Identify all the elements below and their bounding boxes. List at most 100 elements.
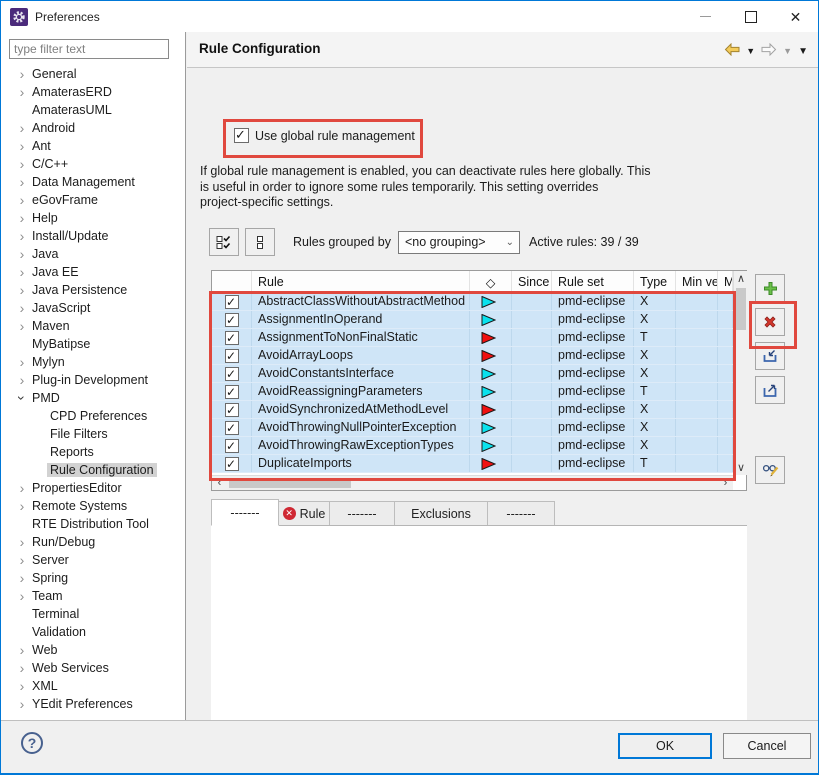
sidebar-item-amateraserd[interactable]: ›AmaterasERD bbox=[1, 83, 185, 101]
tab-separator-2[interactable]: ------- bbox=[329, 501, 395, 525]
sidebar-item-android[interactable]: ›Android bbox=[1, 119, 185, 137]
chevron-right-icon[interactable]: › bbox=[15, 211, 29, 225]
chevron-right-icon[interactable]: › bbox=[15, 193, 29, 207]
sidebar-item-run-debug[interactable]: ›Run/Debug bbox=[1, 533, 185, 551]
add-rule-button[interactable] bbox=[755, 274, 785, 302]
sidebar-item-javascript[interactable]: ›JavaScript bbox=[1, 299, 185, 317]
back-icon[interactable] bbox=[724, 43, 740, 59]
sidebar-item-data-management[interactable]: ›Data Management bbox=[1, 173, 185, 191]
rule-checkbox-cell[interactable] bbox=[212, 383, 252, 400]
sidebar-item-xml[interactable]: ›XML bbox=[1, 677, 185, 695]
vertical-scrollbar[interactable]: ∧ ∨ bbox=[733, 271, 748, 475]
rule-checkbox-cell[interactable] bbox=[212, 365, 252, 382]
sidebar-item-team[interactable]: ›Team bbox=[1, 587, 185, 605]
chevron-right-icon[interactable]: › bbox=[15, 643, 29, 657]
column-header-[interactable]: ◇ bbox=[470, 271, 512, 292]
rule-checkbox[interactable] bbox=[225, 403, 239, 417]
tab-separator-0[interactable]: ------- bbox=[211, 499, 279, 526]
column-header-type[interactable]: Type bbox=[634, 271, 676, 292]
rules-table-header[interactable]: Rule◇SinceRule setTypeMin verM bbox=[212, 271, 733, 293]
chevron-right-icon[interactable]: › bbox=[15, 589, 29, 603]
chevron-right-icon[interactable]: › bbox=[15, 355, 29, 369]
sidebar-item-amaterasuml[interactable]: AmaterasUML bbox=[1, 101, 185, 119]
column-header-since[interactable]: Since bbox=[512, 271, 552, 292]
chevron-right-icon[interactable]: › bbox=[15, 85, 29, 99]
chevron-right-icon[interactable]: › bbox=[15, 139, 29, 153]
rule-checkbox[interactable] bbox=[225, 439, 239, 453]
sidebar-item-yedit-preferences[interactable]: ›YEdit Preferences bbox=[1, 695, 185, 713]
table-row[interactable]: AbstractClassWithoutAbstractMethodpmd-ec… bbox=[212, 293, 733, 311]
sidebar-item-mybatipse[interactable]: MyBatipse bbox=[1, 335, 185, 353]
column-header-min-ver[interactable]: Min ver bbox=[676, 271, 718, 292]
table-row[interactable]: AvoidReassigningParameterspmd-eclipseT bbox=[212, 383, 733, 401]
chevron-right-icon[interactable]: › bbox=[15, 121, 29, 135]
chevron-right-icon[interactable]: › bbox=[15, 229, 29, 243]
forward-icon[interactable] bbox=[761, 43, 777, 59]
edit-rule-button[interactable] bbox=[755, 456, 785, 484]
sidebar-item-pmd[interactable]: ›PMD bbox=[1, 389, 185, 407]
sidebar-item-ant[interactable]: ›Ant bbox=[1, 137, 185, 155]
chevron-right-icon[interactable]: › bbox=[15, 319, 29, 333]
scroll-right-icon[interactable]: › bbox=[718, 476, 733, 490]
ok-button[interactable]: OK bbox=[618, 733, 712, 759]
chevron-right-icon[interactable]: › bbox=[15, 157, 29, 171]
chevron-right-icon[interactable]: › bbox=[15, 283, 29, 297]
chevron-right-icon[interactable]: › bbox=[15, 247, 29, 261]
sidebar-item-file-filters[interactable]: File Filters bbox=[1, 425, 185, 443]
table-row[interactable]: DuplicateImportspmd-eclipseT bbox=[212, 455, 733, 473]
sidebar-item-spring[interactable]: ›Spring bbox=[1, 569, 185, 587]
sidebar-item-validation[interactable]: Validation bbox=[1, 623, 185, 641]
use-global-rule-checkbox[interactable] bbox=[234, 128, 249, 143]
column-header-rule[interactable]: Rule bbox=[252, 271, 470, 292]
sidebar-item-propertieseditor[interactable]: ›PropertiesEditor bbox=[1, 479, 185, 497]
table-row[interactable]: AvoidThrowingRawExceptionTypespmd-eclips… bbox=[212, 437, 733, 455]
chevron-right-icon[interactable]: › bbox=[15, 175, 29, 189]
rule-checkbox-cell[interactable] bbox=[212, 311, 252, 328]
sidebar-item-rule-configuration[interactable]: Rule Configuration bbox=[1, 461, 185, 479]
view-menu-icon[interactable]: ▼ bbox=[798, 47, 808, 56]
rule-checkbox[interactable] bbox=[225, 313, 239, 327]
filter-input[interactable] bbox=[9, 39, 169, 59]
sidebar-item-egovframe[interactable]: ›eGovFrame bbox=[1, 191, 185, 209]
chevron-right-icon[interactable]: › bbox=[15, 697, 29, 711]
chevron-right-icon[interactable]: › bbox=[15, 571, 29, 585]
export-rules-button[interactable] bbox=[755, 376, 785, 404]
sidebar-item-java-ee[interactable]: ›Java EE bbox=[1, 263, 185, 281]
chevron-down-icon[interactable]: › bbox=[15, 391, 29, 405]
sidebar-item-mylyn[interactable]: ›Mylyn bbox=[1, 353, 185, 371]
sidebar-item-reports[interactable]: Reports bbox=[1, 443, 185, 461]
sidebar-item-terminal[interactable]: Terminal bbox=[1, 605, 185, 623]
rule-checkbox[interactable] bbox=[225, 295, 239, 309]
chevron-right-icon[interactable]: › bbox=[15, 661, 29, 675]
chevron-right-icon[interactable]: › bbox=[15, 67, 29, 81]
tab-exclusions[interactable]: Exclusions bbox=[394, 501, 488, 525]
sidebar-item-remote-systems[interactable]: ›Remote Systems bbox=[1, 497, 185, 515]
sidebar-item-rte-distribution-tool[interactable]: RTE Distribution Tool bbox=[1, 515, 185, 533]
rule-checkbox-cell[interactable] bbox=[212, 329, 252, 346]
rule-checkbox-cell[interactable] bbox=[212, 401, 252, 418]
column-header-m[interactable]: M bbox=[718, 271, 733, 292]
rule-checkbox-cell[interactable] bbox=[212, 293, 252, 310]
sidebar-item-java[interactable]: ›Java bbox=[1, 245, 185, 263]
chevron-right-icon[interactable]: › bbox=[15, 481, 29, 495]
sidebar-item-web-services[interactable]: ›Web Services bbox=[1, 659, 185, 677]
rule-checkbox[interactable] bbox=[225, 385, 239, 399]
cancel-button[interactable]: Cancel bbox=[723, 733, 811, 759]
rule-checkbox[interactable] bbox=[225, 349, 239, 363]
forward-history-dropdown-icon[interactable]: ▼ bbox=[783, 47, 792, 56]
sidebar-item-web[interactable]: ›Web bbox=[1, 641, 185, 659]
minimize-button[interactable] bbox=[683, 1, 728, 32]
remove-rule-button[interactable] bbox=[755, 308, 785, 336]
check-all-rules-button[interactable] bbox=[209, 228, 239, 256]
horizontal-scrollbar-thumb[interactable] bbox=[229, 478, 351, 488]
sidebar-item-server[interactable]: ›Server bbox=[1, 551, 185, 569]
sidebar-item-plug-in-development[interactable]: ›Plug-in Development bbox=[1, 371, 185, 389]
column-header-rule-set[interactable]: Rule set bbox=[552, 271, 634, 292]
rule-checkbox[interactable] bbox=[225, 457, 239, 471]
rule-checkbox-cell[interactable] bbox=[212, 437, 252, 454]
table-row[interactable]: AvoidSynchronizedAtMethodLevelpmd-eclips… bbox=[212, 401, 733, 419]
table-row[interactable]: AssignmentInOperandpmd-eclipseX bbox=[212, 311, 733, 329]
global-rule-management-row[interactable]: Use global rule management bbox=[234, 128, 415, 143]
scroll-up-icon[interactable]: ∧ bbox=[734, 271, 748, 286]
grouping-select[interactable]: <no grouping> ⌄ bbox=[398, 231, 520, 254]
